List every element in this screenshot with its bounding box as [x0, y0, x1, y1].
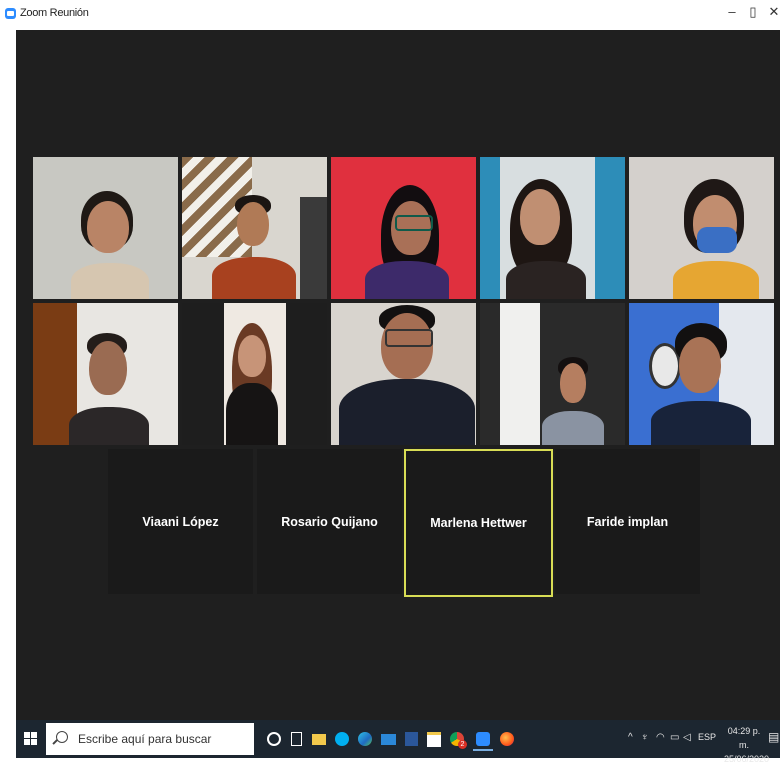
close-button[interactable]: ✕: [766, 4, 780, 20]
participant-name: Viaani López: [142, 514, 219, 529]
battery-icon[interactable]: ▭: [670, 732, 679, 743]
maximize-button[interactable]: ▯: [745, 4, 761, 20]
video-tile[interactable]: [629, 157, 774, 299]
video-tile[interactable]: [33, 157, 178, 299]
language-indicator[interactable]: ESP: [698, 732, 716, 742]
edge-icon[interactable]: [355, 729, 375, 749]
wifi-icon[interactable]: ◠: [656, 732, 665, 743]
notification-icon[interactable]: ▤: [768, 730, 779, 744]
zoom-app-icon: [5, 8, 16, 19]
minimize-button[interactable]: –: [724, 4, 740, 19]
firefox-icon[interactable]: [497, 729, 517, 749]
cortana-icon[interactable]: [264, 729, 284, 749]
task-view-icon[interactable]: [286, 729, 306, 749]
video-tile[interactable]: [480, 303, 625, 445]
search-icon: [56, 731, 68, 743]
video-tile[interactable]: [629, 303, 774, 445]
store-icon[interactable]: [424, 729, 444, 749]
title-bar: Zoom Reunión – ▯ ✕: [0, 0, 780, 30]
participant-name-tile[interactable]: Rosario Quijano: [257, 449, 402, 594]
participant-name-tile[interactable]: Faride implan: [555, 449, 700, 594]
volume-icon[interactable]: ◁: [683, 732, 691, 743]
participant-name-tile-active-speaker[interactable]: Marlena Hettwer: [404, 449, 553, 597]
participant-name: Faride implan: [586, 514, 669, 529]
chrome-icon[interactable]: 2: [447, 729, 467, 749]
word-icon[interactable]: [401, 729, 421, 749]
mail-icon[interactable]: [378, 729, 398, 749]
video-tile[interactable]: [480, 157, 625, 299]
taskbar-clock[interactable]: 04:29 p. m. 25/06/2020: [724, 724, 770, 766]
zoom-icon[interactable]: [473, 729, 493, 751]
video-tile[interactable]: [182, 303, 327, 445]
windows-start-icon[interactable]: [24, 732, 38, 746]
video-tile[interactable]: [331, 303, 476, 445]
file-explorer-icon[interactable]: [309, 729, 329, 749]
video-tile[interactable]: [33, 303, 178, 445]
chrome-badge: 2: [458, 740, 467, 749]
video-tile[interactable]: [182, 157, 327, 299]
participant-name: Rosario Quijano: [281, 514, 378, 529]
search-placeholder: Escribe aquí para buscar: [78, 732, 212, 746]
usb-icon[interactable]: ♆: [641, 732, 649, 743]
participant-name-tile[interactable]: Viaani López: [108, 449, 253, 594]
clock-date: 25/06/2020: [724, 754, 770, 764]
window-title: Zoom Reunión: [20, 7, 89, 19]
video-tile[interactable]: [331, 157, 476, 299]
participant-name: Marlena Hettwer: [430, 516, 527, 530]
windows-taskbar: Escribe aquí para buscar 2 ^ ♆ ◠ ▭ ◁ ESP…: [16, 720, 780, 764]
clock-time: 04:29 p. m.: [727, 726, 761, 750]
skype-icon[interactable]: [332, 729, 352, 749]
meeting-gallery: Viaani López Rosario Quijano Marlena Het…: [16, 30, 780, 720]
chevron-up-icon[interactable]: ^: [628, 732, 633, 743]
taskbar-search-box[interactable]: Escribe aquí para buscar: [46, 723, 254, 755]
